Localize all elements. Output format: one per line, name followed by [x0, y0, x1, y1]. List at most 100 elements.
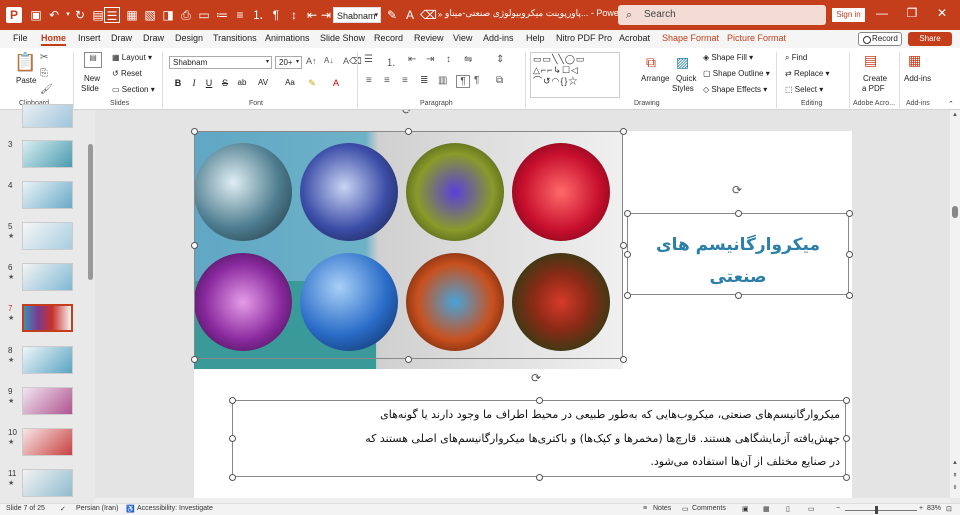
create-pdf-label-2[interactable]: a PDF	[862, 84, 885, 93]
grow-font-icon[interactable]: A↑	[306, 56, 317, 66]
resize-handle[interactable]	[405, 128, 412, 135]
find-button[interactable]: ⌕ Find	[785, 53, 807, 63]
align-center-icon[interactable]: ≡	[384, 75, 390, 86]
font-color-icon[interactable]: A	[402, 7, 418, 23]
shrink-font-icon[interactable]: A↓	[324, 56, 333, 65]
add-ins-icon[interactable]: ▦	[908, 52, 921, 69]
slide-thumbnail-current[interactable]	[22, 304, 73, 332]
shape-effects-button[interactable]: ◇ Shape Effects ▾	[703, 85, 767, 94]
comments-button[interactable]: Comments	[692, 505, 726, 512]
tab-slide-show[interactable]: Slide Show	[320, 33, 365, 43]
tab-home[interactable]: Home	[41, 33, 67, 46]
scrollbar-thumb[interactable]	[88, 144, 93, 280]
font-color-icon[interactable]: A	[330, 78, 342, 88]
record-button[interactable]: Record	[858, 32, 902, 46]
align-right-icon[interactable]: ≡	[402, 75, 408, 86]
spacing-icon[interactable]: ↕	[286, 7, 302, 23]
sign-in-button[interactable]: Sign in	[832, 8, 865, 22]
tab-design[interactable]: Design	[175, 33, 203, 43]
resize-handle[interactable]	[191, 128, 198, 135]
new-slide-icon[interactable]: ▤	[84, 52, 102, 68]
slide-title[interactable]: میکروارگانیسم های صنعتی	[627, 229, 849, 293]
align-icon[interactable]: ≡	[232, 7, 248, 23]
smartart-icon[interactable]: ⧉	[496, 75, 503, 86]
accessibility-status[interactable]: Accessibility: Investigate	[137, 505, 213, 512]
resize-handle[interactable]	[624, 210, 631, 217]
shape-fill-button[interactable]: ◈ Shape Fill ▾	[703, 53, 753, 62]
previous-slide-icon[interactable]: ⇞	[950, 472, 960, 479]
save-icon[interactable]: ▣	[28, 7, 44, 23]
collapse-ribbon-icon[interactable]: ⌃	[948, 100, 954, 108]
quick-styles-label-2[interactable]: Styles	[672, 84, 694, 93]
slide-thumbnail[interactable]	[22, 263, 73, 291]
character-spacing-icon[interactable]: AV	[257, 78, 269, 87]
create-pdf-icon[interactable]: ▤	[864, 52, 877, 69]
highlight-icon[interactable]: ✎	[384, 7, 400, 23]
title-placeholder[interactable]: میکروارگانیسم های صنعتی	[627, 213, 849, 295]
slide-thumbnail[interactable]	[22, 387, 73, 415]
copy-icon[interactable]: ⎘	[40, 68, 48, 79]
resize-handle[interactable]	[536, 474, 543, 481]
slideshow-icon[interactable]: ▭	[808, 505, 815, 513]
scroll-up-icon[interactable]: ▲	[950, 112, 960, 118]
rotate-handle-icon[interactable]: ⟳	[402, 110, 412, 117]
minimize-icon[interactable]: —	[872, 6, 892, 20]
resize-handle[interactable]	[846, 292, 853, 299]
slide-thumbnail[interactable]	[22, 104, 73, 128]
tab-add-ins[interactable]: Add-ins	[483, 33, 514, 43]
resize-handle[interactable]	[191, 242, 198, 249]
slide-thumbnail[interactable]	[22, 469, 73, 497]
reading-view-icon[interactable]: ▯	[786, 505, 790, 513]
qat-font-name-box[interactable]: Shabnam ▾	[333, 7, 381, 23]
resize-handle[interactable]	[620, 242, 627, 249]
zoom-in-icon[interactable]: +	[919, 505, 923, 512]
line-spacing-icon[interactable]: ↕	[446, 54, 451, 65]
tab-record[interactable]: Record	[374, 33, 403, 43]
resize-handle[interactable]	[229, 435, 236, 442]
tab-help[interactable]: Help	[526, 33, 545, 43]
font-name-box[interactable]: Shabnam ▾	[169, 56, 272, 69]
rotate-handle-icon[interactable]: ⟳	[732, 183, 742, 197]
resize-handle[interactable]	[624, 251, 631, 258]
resize-handle[interactable]	[843, 435, 850, 442]
bold-button[interactable]: B	[172, 78, 184, 88]
bullets-icon[interactable]: ☰	[364, 54, 373, 65]
slide-thumbnail[interactable]	[22, 428, 73, 456]
slide-canvas[interactable]: ⟳ میکروارگانیسم های صنعتی ⟳ میکروارگانیس…	[191, 110, 853, 498]
restore-icon[interactable]: ❐	[902, 6, 922, 20]
ltr-icon[interactable]: ⇥	[318, 7, 334, 23]
align-left-icon[interactable]: ≡	[366, 75, 372, 86]
resize-handle[interactable]	[735, 210, 742, 217]
tab-draw-2[interactable]: Draw	[143, 33, 164, 43]
share-button[interactable]: Share	[908, 32, 952, 46]
strikethrough-button[interactable]: S	[219, 78, 231, 88]
increase-indent-icon[interactable]: ⇥	[426, 54, 434, 65]
resize-handle[interactable]	[843, 474, 850, 481]
bullets-icon[interactable]: ≔	[214, 7, 230, 23]
layout-icon[interactable]: ☰	[104, 7, 120, 23]
arrange-icon[interactable]: ⧉	[646, 54, 656, 71]
tab-picture-format[interactable]: Picture Format	[727, 33, 786, 43]
align-text-icon[interactable]: ⇕	[496, 54, 504, 65]
highlight-color-icon[interactable]: ✎	[306, 78, 318, 89]
ltr-paragraph-icon[interactable]: ¶	[474, 75, 479, 86]
resize-handle[interactable]	[536, 397, 543, 404]
format-painter-icon[interactable]: 🖌	[40, 84, 53, 95]
tab-review[interactable]: Review	[414, 33, 444, 43]
resize-handle[interactable]	[620, 128, 627, 135]
paste-icon[interactable]: 📋	[14, 52, 36, 74]
zoom-slider-thumb[interactable]	[875, 506, 878, 514]
resize-handle[interactable]	[229, 474, 236, 481]
zoom-out-icon[interactable]: −	[836, 505, 840, 512]
grid-icon[interactable]: ▦	[124, 7, 140, 23]
slide-thumbnail[interactable]	[22, 222, 73, 250]
underline-button[interactable]: U	[203, 78, 215, 88]
spelling-icon[interactable]: ✓	[60, 505, 66, 513]
quick-styles-icon[interactable]: ▨	[676, 54, 689, 71]
resize-handle[interactable]	[405, 356, 412, 363]
new-slide-label-1[interactable]: New	[84, 74, 100, 83]
rtl-paragraph-icon[interactable]: ¶	[456, 75, 470, 88]
slide-sorter-icon[interactable]: ▦	[763, 505, 770, 513]
tab-acrobat[interactable]: Acrobat	[619, 33, 650, 43]
text-direction-icon[interactable]: ⇋	[464, 54, 472, 65]
